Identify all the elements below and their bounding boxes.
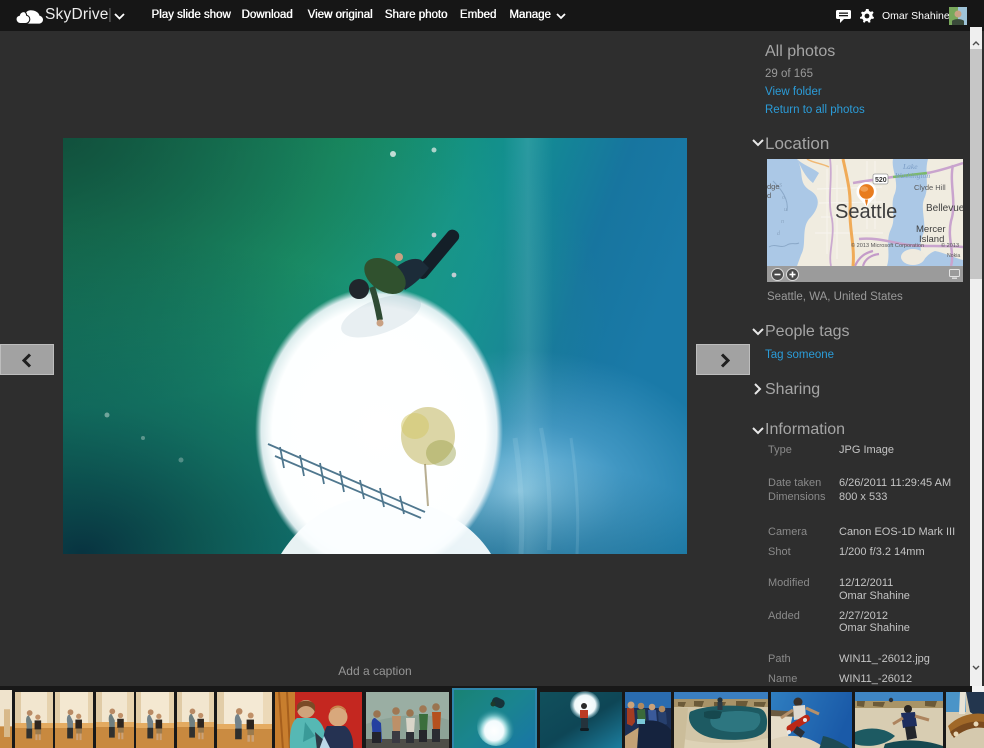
svg-text:Nokia: Nokia [947,253,960,259]
svg-text:520: 520 [875,177,887,184]
svg-text:u: u [784,207,787,213]
svg-text:Bellevue: Bellevue [926,203,963,214]
svg-text:© 2013: © 2013 [941,242,959,249]
svg-text:dge: dge [767,182,780,191]
svg-text:n: n [781,219,784,225]
svg-text:Washington: Washington [895,171,930,180]
svg-text:© 2013 Microsoft Corporation: © 2013 Microsoft Corporation [851,242,924,249]
svg-text:d: d [767,191,771,200]
svg-text:Lake: Lake [902,162,918,171]
svg-text:o: o [782,195,785,201]
svg-text:S: S [779,183,782,189]
svg-text:Clyde Hill: Clyde Hill [914,183,946,192]
